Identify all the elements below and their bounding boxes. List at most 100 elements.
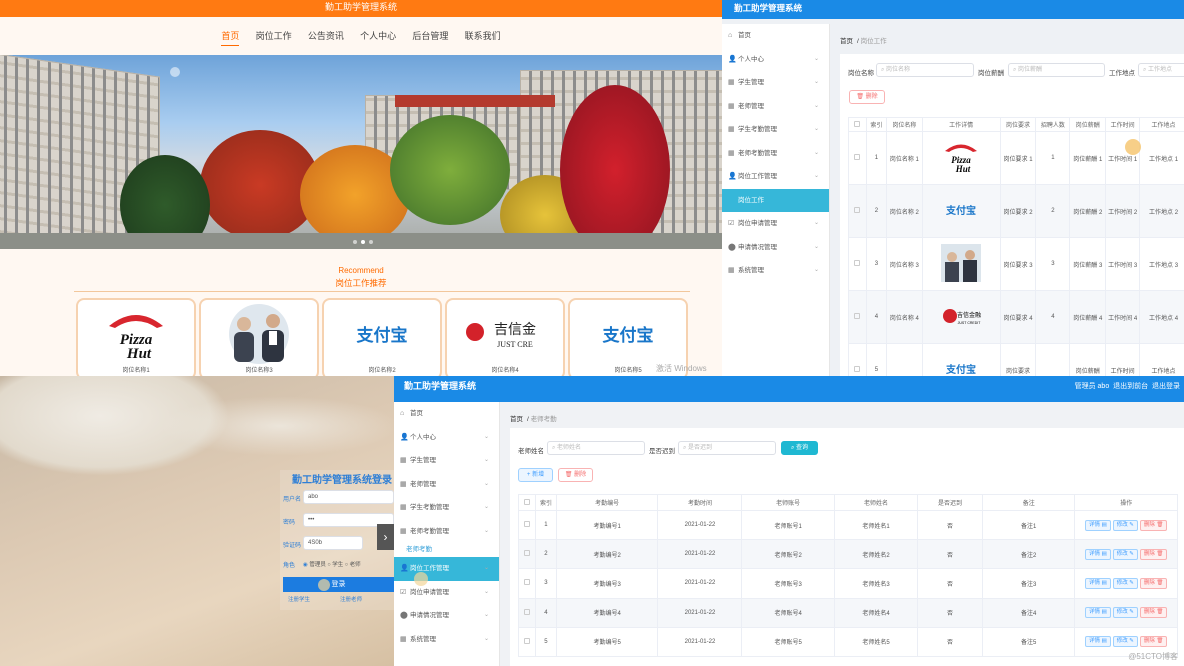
sidebar-item[interactable]: ▦ 老师考勤管理 ⌄ (394, 520, 499, 544)
row-checkbox[interactable] (517, 626, 537, 657)
add-button[interactable]: + 新增 (518, 468, 553, 482)
row-checkbox[interactable] (848, 131, 867, 185)
nav-contact[interactable]: 联系我们 (465, 29, 501, 45)
crumb-home[interactable]: 首页 (840, 38, 853, 45)
edit-button[interactable]: 修改 ✎ (1112, 548, 1138, 560)
sidebar-item-label: 个人中心 (410, 433, 436, 441)
list-icon: ▦ (728, 126, 735, 133)
login-button[interactable]: 登录 (283, 577, 394, 592)
carousel-next-icon[interactable]: › (377, 524, 394, 550)
sidebar-item[interactable]: ▦ 老师考勤管理 ⌄ (722, 142, 829, 166)
table-row: 4 考勤编号4 2021-01-22 老师账号4 老师姓名4 否备注4 详情 ▤ 修改 ✎ 删除… (517, 597, 1178, 628)
detail-button[interactable]: 详情 ▤ (1084, 577, 1111, 589)
row-checkbox[interactable] (517, 597, 537, 628)
sidebar-item[interactable]: ▦ 学生管理 ⌄ (722, 71, 829, 95)
edit-button[interactable]: 修改 ✎ (1112, 519, 1138, 531)
row-checkbox[interactable] (517, 509, 537, 541)
column-header: 索引 (535, 494, 557, 511)
table-row: 4 岗位名称 4 吉信金融 JUST CREDIT 岗位要求 4 4 岗位薪酬 4 工作时间 … (848, 290, 1184, 344)
select-all-checkbox[interactable] (848, 117, 867, 132)
table-row: 3 考勤编号3 2021-01-22 老师账号3 老师姓名3 否备注3 详情 ▤ 修改 ✎ 删除… (517, 568, 1178, 599)
job-card[interactable]: 支付宝 岗位名称2 (322, 298, 442, 376)
detail-button[interactable]: 详情 ▤ (1084, 519, 1111, 531)
job-pay-input[interactable]: ⌕ 岗位薪酬 (1008, 63, 1105, 77)
crumb-home[interactable]: 首页 (510, 416, 523, 423)
sidebar-item[interactable]: 👤 个人中心 ⌄ (394, 426, 499, 450)
cell-name: 岗位名称 3 (885, 237, 923, 291)
job-place-input[interactable]: ⌕ 工作地点 (1138, 63, 1184, 77)
edit-button[interactable]: 修改 ✎ (1112, 636, 1138, 648)
nav-jobs[interactable]: 岗位工作 (256, 29, 292, 45)
chevron-down-icon: ⌄ (483, 480, 489, 487)
job-name-input[interactable]: ⌕ 岗位名称 (876, 63, 974, 77)
captcha-input[interactable]: 4S0b (303, 536, 363, 550)
cell-req: 岗位要求 3 (999, 237, 1037, 291)
recommend-en: Recommend (338, 266, 384, 275)
cell-pay: 岗位薪酬 2 (1069, 184, 1107, 238)
teacher-name-input[interactable]: ⌕ 老师姓名 (547, 441, 645, 455)
cell-num (1035, 343, 1071, 376)
register-student-link[interactable]: 注册学生 (288, 595, 310, 603)
logout-link[interactable]: 退出登录 (1152, 383, 1180, 390)
column-header: 工作详情 (921, 117, 1001, 132)
sidebar-item[interactable]: ☑ 岗位申请管理 ⌄ (394, 581, 499, 605)
sidebar-item[interactable]: 岗位工作 (722, 188, 829, 212)
select-all-checkbox[interactable] (517, 494, 537, 511)
detail-button[interactable]: 详情 ▤ (1084, 636, 1111, 648)
sidebar-item[interactable]: ▦ 系统管理 ⌄ (722, 259, 829, 283)
row-delete-button[interactable]: 删除 🗑 (1139, 636, 1168, 648)
job-card[interactable]: Pizza Hut 岗位名称1 (76, 298, 196, 376)
sidebar-item[interactable]: ☑ 岗位申请管理 ⌄ (722, 212, 829, 236)
row-delete-button[interactable]: 删除 🗑 (1139, 519, 1168, 531)
query-button[interactable]: ⌕ 查询 (781, 441, 818, 455)
row-delete-button[interactable]: 删除 🗑 (1139, 548, 1168, 560)
nav-profile[interactable]: 个人中心 (360, 29, 396, 45)
late-input[interactable]: ⌕ 是否迟到 (678, 441, 776, 455)
sidebar-item[interactable]: ▦ 学生考勤管理 ⌄ (394, 496, 499, 520)
sidebar-item[interactable]: 👤 岗位工作管理 ⌄ (722, 165, 829, 189)
delete-button[interactable]: 🗑 删除 (558, 468, 593, 482)
role-radio-group[interactable]: ◉ 管理员 ○ 学生 ○ 老师 (303, 560, 361, 568)
job-logo-image: 支付宝 (921, 343, 1001, 376)
row-delete-button[interactable]: 删除 🗑 (1139, 577, 1168, 589)
sidebar-item[interactable]: ⌂ 首页 (722, 24, 829, 48)
cell-name (885, 343, 923, 376)
carousel-dots[interactable] (351, 237, 375, 246)
sidebar-item[interactable]: ▦ 老师管理 ⌄ (394, 473, 499, 497)
row-checkbox[interactable] (517, 539, 537, 570)
row-checkbox[interactable] (848, 237, 867, 291)
cell-num: 1 (1035, 131, 1071, 185)
exit-front-link[interactable]: 退出到前台 (1113, 383, 1148, 390)
row-checkbox[interactable] (848, 184, 867, 238)
detail-button[interactable]: 详情 ▤ (1084, 607, 1111, 619)
cell-note: 备注1 (981, 509, 1076, 541)
nav-admin[interactable]: 后台管理 (412, 29, 448, 45)
sidebar-item[interactable]: ▦ 系统管理 ⌄ (394, 628, 499, 652)
sidebar-item[interactable]: ▦ 学生管理 ⌄ (394, 449, 499, 473)
register-teacher-link[interactable]: 注册老师 (340, 595, 362, 603)
nav-home[interactable]: 首页 (221, 29, 240, 46)
row-delete-button[interactable]: 删除 🗑 (1139, 607, 1168, 619)
sidebar-item[interactable]: ▦ 老师管理 ⌄ (722, 95, 829, 119)
sidebar-item[interactable]: ▦ 学生考勤管理 ⌄ (722, 118, 829, 142)
delete-button[interactable]: 🗑 删除 (849, 90, 885, 104)
job-card[interactable]: 吉信金 JUST CRE 岗位名称4 (445, 298, 565, 376)
detail-button[interactable]: 详情 ▤ (1084, 548, 1111, 560)
cell-no: 考勤编号4 (555, 597, 659, 628)
sidebar-item[interactable]: ⬤ 申请情况管理 ⌄ (722, 236, 829, 260)
job-card[interactable]: 岗位名称3 (199, 298, 319, 376)
sidebar-item[interactable]: 👤 岗位工作管理 ⌄ (394, 557, 499, 581)
edit-button[interactable]: 修改 ✎ (1112, 577, 1138, 589)
edit-button[interactable]: 修改 ✎ (1112, 607, 1138, 619)
username-input[interactable]: abo (303, 490, 394, 504)
sidebar-item[interactable]: ⌂ 首页 (394, 402, 499, 426)
row-checkbox[interactable] (848, 343, 867, 376)
sidebar-item[interactable]: ⬤ 申请情况管理 ⌄ (394, 604, 499, 628)
row-checkbox[interactable] (517, 568, 537, 599)
row-checkbox[interactable] (848, 290, 867, 344)
sidebar-item[interactable]: 老师考勤 (394, 543, 499, 557)
admin-header: 勤工助学管理系统 (722, 0, 1184, 19)
column-header: 是否迟到 (917, 494, 983, 511)
sidebar-item[interactable]: 👤 个人中心 ⌄ (722, 48, 829, 72)
nav-news[interactable]: 公告资讯 (308, 29, 344, 45)
